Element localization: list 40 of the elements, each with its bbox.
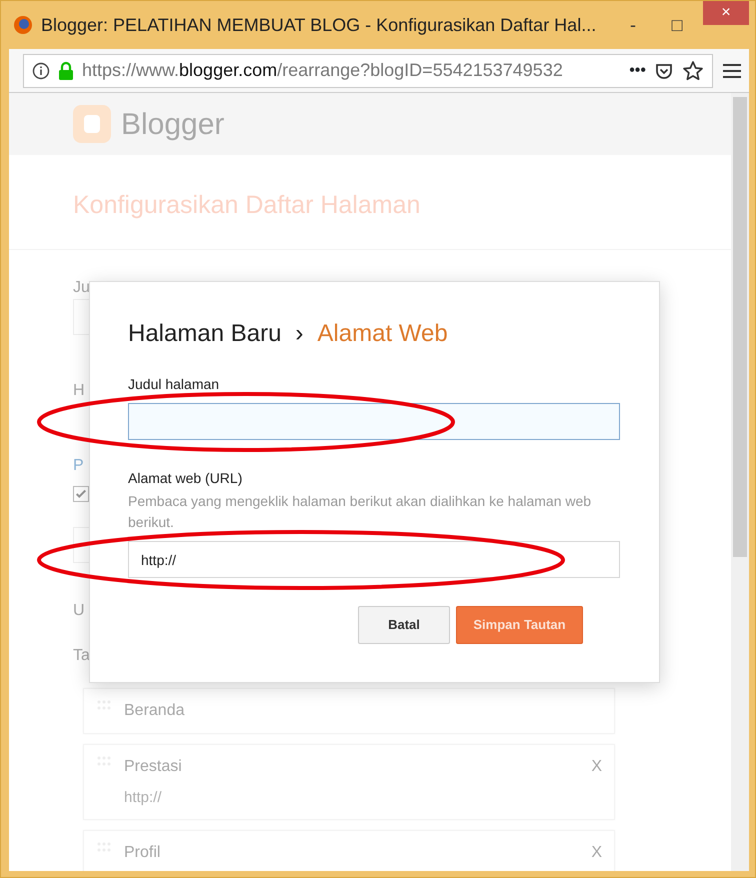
cancel-button[interactable]: Batal	[358, 606, 450, 644]
field-label: Judul halaman	[128, 375, 220, 394]
field-label: Ta	[73, 646, 90, 664]
page-title: Profil	[124, 843, 160, 863]
browser-logo-icon	[13, 15, 33, 35]
help-text: Pembaca yang mengeklik halaman berikut akan dialihkan ke halaman web berikut.	[128, 492, 592, 532]
info-icon[interactable]	[32, 62, 50, 80]
field-label: U	[73, 600, 85, 618]
minimize-button[interactable]: -	[615, 12, 651, 38]
page-list-item[interactable]: Prestasi http:// X	[83, 744, 615, 820]
remove-button[interactable]: X	[591, 754, 602, 809]
page-url: http://	[124, 788, 163, 808]
checkbox[interactable]	[73, 486, 89, 502]
field-label: H	[73, 380, 85, 398]
breadcrumb-separator: ›	[295, 319, 304, 349]
dialog-subtitle: Alamat Web	[317, 319, 448, 349]
scrollbar[interactable]	[731, 93, 749, 871]
more-button[interactable]: •••	[629, 58, 646, 82]
maximize-button[interactable]: □	[659, 12, 695, 38]
lock-icon	[58, 60, 74, 80]
input-field[interactable]	[128, 403, 620, 440]
url-text: https://www.blogger.com/rearrange?blogID=5542153749532	[82, 59, 564, 82]
page-list-item[interactable]: Beranda	[83, 688, 615, 734]
window-title: Blogger: PELATIHAN MEMBUAT BLOG - Konfigurasikan Daftar Hal...	[41, 14, 596, 37]
address-bar[interactable]: https://www.blogger.com/rearrange?blogID=5542153749532 •••	[23, 54, 713, 88]
page-list-item[interactable]: Profil X	[83, 830, 615, 871]
menu-icon[interactable]	[723, 62, 741, 78]
star-icon[interactable]	[682, 60, 704, 82]
remove-button[interactable]: X	[591, 841, 602, 865]
page-title: Beranda	[124, 700, 184, 720]
input-field[interactable]: http://	[128, 541, 620, 578]
blogger-logo-icon	[73, 105, 111, 143]
close-button[interactable]: ×	[703, 1, 749, 25]
field-label: Ju	[73, 278, 90, 296]
page-title: Prestasi	[124, 756, 182, 776]
save-link-button[interactable]: Simpan Tautan	[456, 606, 583, 644]
field-label: Alamat web (URL)	[128, 469, 244, 488]
dialog-title: Halaman Baru	[128, 319, 282, 349]
logo-text: Blogger	[121, 106, 224, 142]
check-icon	[75, 488, 87, 500]
